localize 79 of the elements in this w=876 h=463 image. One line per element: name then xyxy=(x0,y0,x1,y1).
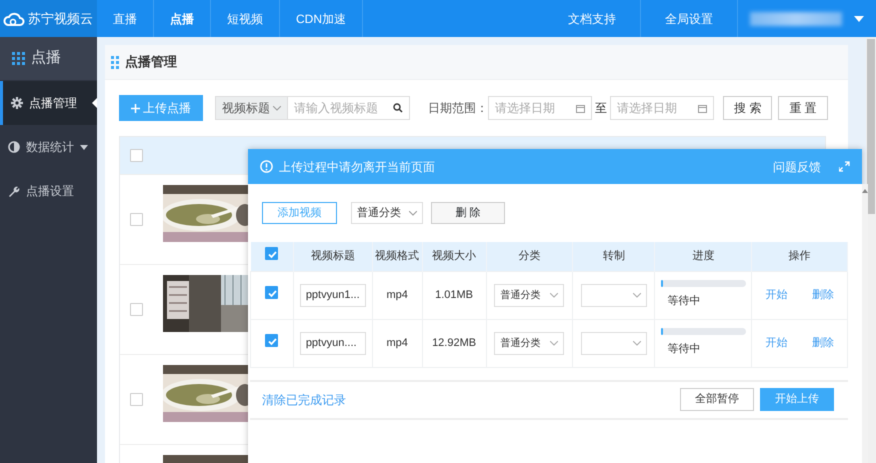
date-field[interactable]: 请选择日期 xyxy=(488,96,592,120)
upload-button[interactable]: 上传点播 xyxy=(119,95,203,121)
sidebar-item[interactable]: 点播设置 xyxy=(0,169,97,213)
checkbox[interactable] xyxy=(265,247,278,260)
table-cell: 12.92MB xyxy=(422,319,486,367)
title-field[interactable]: pptvyun.... xyxy=(300,332,366,354)
checkbox[interactable] xyxy=(130,393,142,406)
checkbox[interactable] xyxy=(265,286,278,299)
chevron-icon xyxy=(273,106,281,110)
search-icon[interactable] xyxy=(393,103,403,113)
placeholder: 请选择日期 xyxy=(495,100,555,117)
delete-link[interactable]: 删除 xyxy=(812,334,834,352)
status-text: 等待中 xyxy=(666,342,700,358)
check-icon xyxy=(267,249,278,260)
chevron-icon xyxy=(632,292,641,298)
reset-button[interactable]: 重 置 xyxy=(778,96,828,120)
column-header: 视频格式 xyxy=(372,242,422,271)
table-cell: mp4 xyxy=(372,271,422,319)
checkbox[interactable] xyxy=(130,213,142,226)
check-icon xyxy=(267,336,278,347)
calendar-icon xyxy=(698,104,707,112)
sidebar-item[interactable]: 点播管理 xyxy=(0,81,97,125)
column-header: 视频大小 xyxy=(422,242,486,271)
column-header: 转制 xyxy=(572,242,655,271)
column-header: 分类 xyxy=(486,242,573,271)
info-icon xyxy=(260,160,273,173)
checkbox[interactable] xyxy=(130,149,142,162)
column-header: 视频标题 xyxy=(293,242,372,271)
start-upload-button[interactable]: 开始上传 xyxy=(760,388,834,411)
search-type-select[interactable]: 视频标题 xyxy=(215,96,288,120)
transcode-select[interactable] xyxy=(580,332,647,354)
category-select[interactable]: 普通分类 xyxy=(494,332,564,354)
brand-name: 苏宁视频云 xyxy=(28,10,93,28)
check-icon xyxy=(267,288,278,299)
date-separator: 至 xyxy=(595,100,607,117)
checkbox[interactable] xyxy=(130,303,142,316)
scroll-up-icon[interactable] xyxy=(862,189,868,193)
column-header: 进度 xyxy=(654,242,752,271)
category-select[interactable]: 普通分类 xyxy=(494,284,564,306)
gear-icon xyxy=(11,97,23,109)
pie-chart-icon xyxy=(8,141,20,153)
add-video-button[interactable]: 添加视频 xyxy=(262,202,337,224)
panel-title: 点播管理 xyxy=(125,53,177,72)
search-field[interactable]: 请输入视频标题 xyxy=(288,96,410,120)
delete-button[interactable]: 删 除 xyxy=(431,202,505,224)
pause-all-button[interactable]: 全部暂停 xyxy=(680,388,754,411)
chevron-icon xyxy=(550,292,558,298)
sidebar-item[interactable]: 数据统计 xyxy=(0,125,97,169)
date-field[interactable]: 请选择日期 xyxy=(610,96,714,120)
checkbox[interactable] xyxy=(265,334,278,347)
placeholder: 请输入视频标题 xyxy=(294,100,378,117)
start-link[interactable]: 开始 xyxy=(766,286,788,304)
table-cell: mp4 xyxy=(372,319,422,367)
title-field[interactable]: pptvyun1... xyxy=(300,284,366,306)
placeholder: 请选择日期 xyxy=(617,100,677,117)
search-button[interactable]: 搜 索 xyxy=(723,96,772,120)
category-select[interactable]: 普通分类 xyxy=(351,202,423,224)
grid-icon xyxy=(12,52,25,65)
transcode-select[interactable] xyxy=(580,284,647,306)
caret-icon[interactable] xyxy=(854,16,864,22)
calendar-icon xyxy=(576,104,585,112)
notice-text: 上传过程中请勿离开当前页面 xyxy=(279,158,435,176)
chevron-icon xyxy=(550,340,558,346)
expand-icon[interactable] xyxy=(839,161,850,172)
clear-records-link[interactable]: 清除已完成记录 xyxy=(262,390,346,408)
feedback-link[interactable]: 问题反馈 xyxy=(773,158,821,176)
plus-icon xyxy=(131,104,140,112)
wrench-icon xyxy=(8,185,20,197)
sidebar-title: 点播 xyxy=(31,48,61,68)
drag-handle-icon xyxy=(111,56,119,68)
chevron-icon xyxy=(409,210,417,216)
column-header: 操作 xyxy=(752,242,848,271)
date-range-label: 日期范围： xyxy=(428,100,488,117)
chevron-icon xyxy=(632,340,641,346)
status-text: 等待中 xyxy=(666,294,700,310)
scrollbar-thumb[interactable] xyxy=(867,39,875,214)
table-cell: 1.01MB xyxy=(422,271,486,319)
start-link[interactable]: 开始 xyxy=(766,334,788,352)
delete-link[interactable]: 删除 xyxy=(812,286,834,304)
